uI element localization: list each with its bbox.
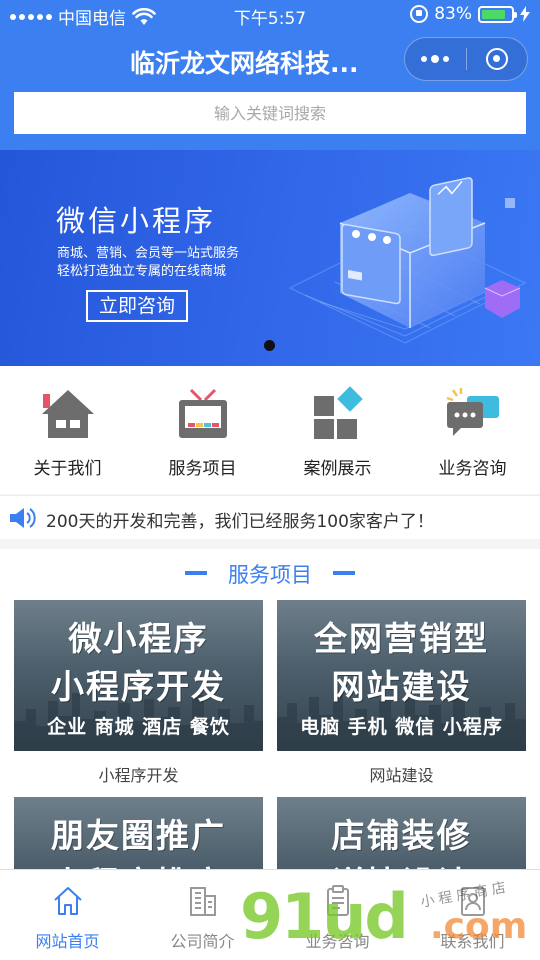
service-card-image: 店铺装修 详情设计 <box>277 797 526 869</box>
close-circle-icon <box>485 48 508 70</box>
consult-now-button[interactable]: 立即咨询 <box>86 290 188 322</box>
tab-bar: 网站首页 公司简介 业务咨询 联系我们 <box>0 869 540 960</box>
banner-illustration <box>288 177 527 344</box>
battery-percent: 83% <box>434 4 472 24</box>
card-line-1: 全网营销型 <box>314 619 489 658</box>
banner-title: 微信小程序 <box>56 204 217 238</box>
service-card-moments-promo[interactable]: 朋友圈推广 小程序推广 <box>14 797 263 869</box>
home-outline-icon <box>54 887 82 915</box>
status-right: 83% <box>410 4 530 24</box>
banner-carousel[interactable]: 微信小程序 商城、营销、会员等一站式服务 轻松打造独立专属的在线商城 立即咨询 <box>0 150 540 366</box>
quick-item-consult[interactable]: 业务咨询 <box>405 366 540 494</box>
tab-label: 联系我们 <box>440 932 505 951</box>
service-card-image: 朋友圈推广 小程序推广 <box>14 797 263 869</box>
blocks-icon <box>314 386 363 439</box>
tv-icon <box>179 388 227 438</box>
services-section: 服务项目 微小程序 小程序开发 企业 商城 酒店 餐饮 小程序开发 全网营销型 … <box>0 549 540 869</box>
tab-label: 网站首页 <box>35 932 100 951</box>
rotation-lock-icon <box>410 5 429 23</box>
clipboard-icon <box>327 885 349 916</box>
section-header: 服务项目 <box>0 559 540 589</box>
quick-item-services[interactable]: 服务项目 <box>135 366 270 494</box>
banner-subtitle-1: 商城、营销、会员等一站式服务 <box>57 246 240 261</box>
chat-icon <box>446 388 499 436</box>
more-button[interactable] <box>405 38 466 80</box>
card-line-2: 小程序推广 <box>14 857 263 869</box>
service-card-shop-decoration[interactable]: 店铺装修 详情设计 <box>277 797 526 869</box>
home-icon <box>42 390 94 438</box>
service-card-caption: 网站建设 <box>369 766 434 785</box>
card-line-2: 详情设计 <box>277 857 526 869</box>
close-button[interactable] <box>466 38 527 80</box>
tab-company[interactable]: 公司简介 <box>135 870 270 960</box>
service-card-image: 微小程序 小程序开发 企业 商城 酒店 餐饮 <box>14 600 263 751</box>
carousel-indicator[interactable] <box>264 340 275 351</box>
card-line-1: 朋友圈推广 <box>51 816 226 855</box>
notice-bar[interactable]: 200天的开发和完善，我们已经服务100家客户了！ <box>0 495 540 539</box>
quick-item-label: 关于我们 <box>33 459 102 479</box>
section-title: 服务项目 <box>228 563 312 587</box>
service-card-image: 全网营销型 网站建设 电脑 手机 微信 小程序 <box>277 600 526 751</box>
building-icon <box>190 887 216 916</box>
card-line-2: 网站建设 <box>331 667 472 706</box>
header: 中国电信 下午5:57 83% 临沂龙文网络科技... <box>0 0 540 150</box>
tab-label: 业务咨询 <box>305 932 370 951</box>
banner-subtitle-2: 轻松打造独立专属的在线商城 <box>57 264 227 279</box>
quick-item-label: 服务项目 <box>168 459 237 479</box>
quick-item-label: 案例展示 <box>303 459 372 479</box>
tab-contact[interactable]: 联系我们 <box>405 870 540 960</box>
battery-level <box>482 9 506 19</box>
quick-item-label: 业务咨询 <box>438 459 507 479</box>
status-bar: 中国电信 下午5:57 83% <box>0 0 540 30</box>
miniprogram-capsule <box>404 37 528 81</box>
quick-menu: 关于我们 服务项目 案例展示 业务咨询 <box>0 366 540 494</box>
more-dots-icon <box>421 56 428 62</box>
quick-item-cases[interactable]: 案例展示 <box>270 366 405 494</box>
card-line-3: 电脑 手机 微信 小程序 <box>300 716 503 738</box>
card-line-2: 小程序开发 <box>51 667 226 706</box>
notice-text: 200天的开发和完善，我们已经服务100家客户了！ <box>46 512 434 532</box>
service-card-website[interactable]: 全网营销型 网站建设 电脑 手机 微信 小程序 网站建设 <box>277 600 526 786</box>
card-line-1: 微小程序 <box>68 619 209 658</box>
section-title-bar-right <box>333 571 355 575</box>
page-title: 临沂龙文网络科技... <box>130 49 359 78</box>
tab-label: 公司简介 <box>170 932 235 951</box>
service-card-caption: 小程序开发 <box>98 766 179 785</box>
tab-home[interactable]: 网站首页 <box>0 870 135 960</box>
card-line-1: 店铺装修 <box>331 816 472 855</box>
battery-icon <box>478 5 517 23</box>
charging-icon <box>520 6 530 22</box>
tab-consult[interactable]: 业务咨询 <box>270 870 405 960</box>
search-input[interactable] <box>14 92 526 134</box>
service-card-miniprogram[interactable]: 微小程序 小程序开发 企业 商城 酒店 餐饮 小程序开发 <box>14 600 263 786</box>
quick-item-about[interactable]: 关于我们 <box>0 366 135 494</box>
contact-icon <box>461 887 485 916</box>
card-line-3: 企业 商城 酒店 餐饮 <box>47 716 230 738</box>
speaker-icon <box>10 508 36 528</box>
